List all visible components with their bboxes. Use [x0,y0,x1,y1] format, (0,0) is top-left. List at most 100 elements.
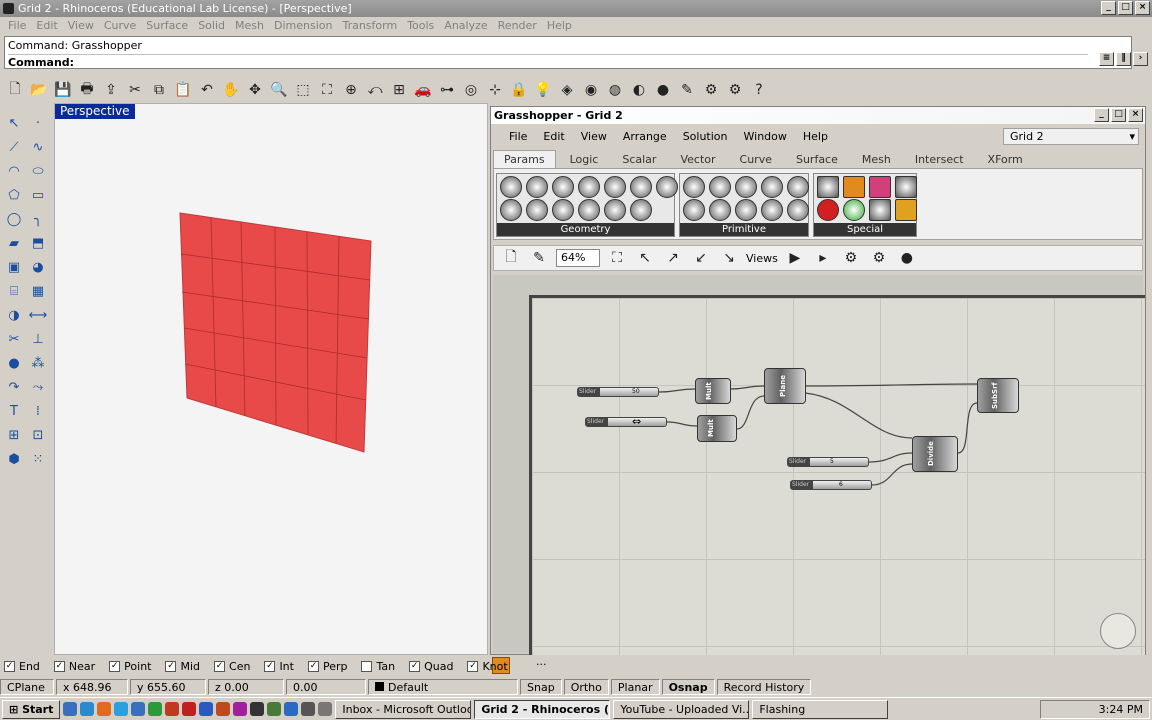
osnap-int-checkbox[interactable]: ✓ [264,661,276,672]
osnap-end[interactable]: ✓ End [4,660,40,673]
number-slider-4[interactable]: Slider 6 [790,480,872,490]
gh-menu-solution[interactable]: Solution [675,130,736,143]
trim-icon[interactable]: ✂ [2,327,26,351]
zoom-extents-icon[interactable]: ⛶ [316,79,338,101]
number-param-icon[interactable] [709,199,731,221]
surface-param-icon[interactable] [500,199,522,221]
material-icon[interactable]: ✎ [676,79,698,101]
undo-icon[interactable]: ↶ [196,79,218,101]
render-sphere-icon[interactable]: ● [652,79,674,101]
record-history-toggle[interactable]: Record History [716,679,812,695]
planar-toggle[interactable]: Planar [610,679,660,695]
osnap-tan[interactable]: Tan [361,660,395,673]
play-icon[interactable]: ▶ [784,247,806,269]
circle-param-icon[interactable] [526,176,548,198]
cut-icon[interactable]: ✂ [124,79,146,101]
tab-vector[interactable]: Vector [670,151,725,168]
osnap-end-checkbox[interactable]: ✓ [4,661,15,672]
gh-minimize-button[interactable]: _ [1094,108,1109,122]
help-icon[interactable]: ? [748,79,770,101]
explode-icon[interactable]: ⁂ [26,351,50,375]
osnap-near-checkbox[interactable]: ✓ [53,661,65,672]
curve-param-icon[interactable] [552,176,574,198]
dimension-icon[interactable]: ⟷ [26,303,50,327]
minimize-button[interactable]: _ [1101,1,1116,15]
menu-render[interactable]: Render [493,17,542,35]
quicklaunch-skype-icon[interactable] [114,702,129,716]
task-flashing[interactable]: Flashing [752,699,889,719]
lock-icon[interactable]: 🔒 [508,79,530,101]
path-param-icon[interactable] [761,199,783,221]
number-slider-3[interactable]: Slider 5 [787,457,869,467]
button-icon[interactable] [817,199,839,221]
task-rhinoceros[interactable]: Grid 2 - Rhinoceros (... [474,699,611,719]
quicklaunch-powerpoint-icon[interactable] [165,702,180,716]
gradient-icon[interactable] [869,176,891,198]
menu-file[interactable]: File [3,17,31,35]
mesh-icon[interactable]: ▦ [26,279,50,303]
number-slider-icon[interactable] [895,176,917,198]
point-param-icon[interactable] [656,176,678,198]
osnap-cen-checkbox[interactable]: ✓ [214,661,226,672]
colour-swatch-icon[interactable] [843,199,865,221]
colour-param-icon[interactable] [709,176,731,198]
page-icon[interactable]: 🗋 [500,247,522,269]
color-wheel-icon[interactable]: ◉ [580,79,602,101]
line-param-icon[interactable] [578,176,600,198]
light-bulb-icon[interactable]: 💡 [532,79,554,101]
arc-icon[interactable]: ◠ [2,159,26,183]
close-button[interactable]: × [1135,1,1150,15]
options-gear-icon[interactable]: ⚙ [700,79,722,101]
graph-mapper-icon[interactable] [817,176,839,198]
gh-menu-arrange[interactable]: Arrange [615,130,675,143]
views-dropdown[interactable]: Views [746,252,778,265]
shader-param-icon[interactable] [787,199,809,221]
subsrf-component[interactable]: SubSrf [977,378,1019,413]
hatch-icon[interactable]: ⁙ [26,447,50,471]
menu-curve[interactable]: Curve [99,17,141,35]
circle-icon[interactable]: ◯ [2,207,26,231]
gh-menu-view[interactable]: View [573,130,615,143]
command-area[interactable]: Command: Grasshopper Command: [4,36,1132,69]
quicklaunch-firefox-icon[interactable] [97,702,112,716]
geometry-param-icon[interactable] [578,199,600,221]
osnap-mid[interactable]: ✓ Mid [165,660,200,673]
control-points-icon[interactable]: ⊡ [26,423,50,447]
group-param-icon[interactable] [604,199,626,221]
osnap-toggle[interactable]: Osnap [661,679,715,695]
four-views-icon[interactable]: ⊞ [388,79,410,101]
perspective-viewport[interactable]: Perspective [54,103,488,655]
tab-scalar[interactable]: Scalar [612,151,666,168]
mesh-param-icon[interactable] [604,176,626,198]
boolean-icon[interactable]: ◑ [2,303,26,327]
menu-view[interactable]: View [63,17,99,35]
undo-view-icon[interactable]: ⤺ [364,79,386,101]
move-view-icon[interactable]: ✥ [244,79,266,101]
ortho-toggle[interactable]: Ortho [563,679,609,695]
red-grid-surface[interactable] [55,104,487,654]
preview-icon[interactable]: ▸ [812,247,834,269]
export-icon[interactable]: ⇪ [100,79,122,101]
tab-mesh[interactable]: Mesh [852,151,901,168]
number-slider-1[interactable]: Slider 50 [577,387,659,397]
paste-icon[interactable]: 📋 [172,79,194,101]
panel-icon[interactable] [869,199,891,221]
wireframe-sphere-icon[interactable]: ◍ [604,79,626,101]
osnap-knot[interactable]: ✓ Knot [467,660,508,673]
gh-document-select[interactable]: Grid 2 ▾ [1003,128,1139,145]
menu-solid[interactable]: Solid [193,17,230,35]
boolean-param-icon[interactable] [683,176,705,198]
join-icon[interactable]: ● [2,351,26,375]
new-icon[interactable]: 🗋 [4,79,26,101]
gh-menu-window[interactable]: Window [736,130,795,143]
sphere-icon[interactable]: ◕ [26,255,50,279]
tab-intersect[interactable]: Intersect [905,151,974,168]
tab-surface[interactable]: Surface [786,151,848,168]
osnap-knot-checkbox[interactable]: ✓ [467,661,479,672]
group-icon[interactable]: ⊞ [2,423,26,447]
point-icon[interactable]: · [26,111,50,135]
complex-param-icon[interactable] [735,176,757,198]
menu-tools[interactable]: Tools [402,17,439,35]
task-youtube[interactable]: YouTube - Uploaded Vi... [613,699,750,719]
save-icon[interactable]: 💾 [52,79,74,101]
